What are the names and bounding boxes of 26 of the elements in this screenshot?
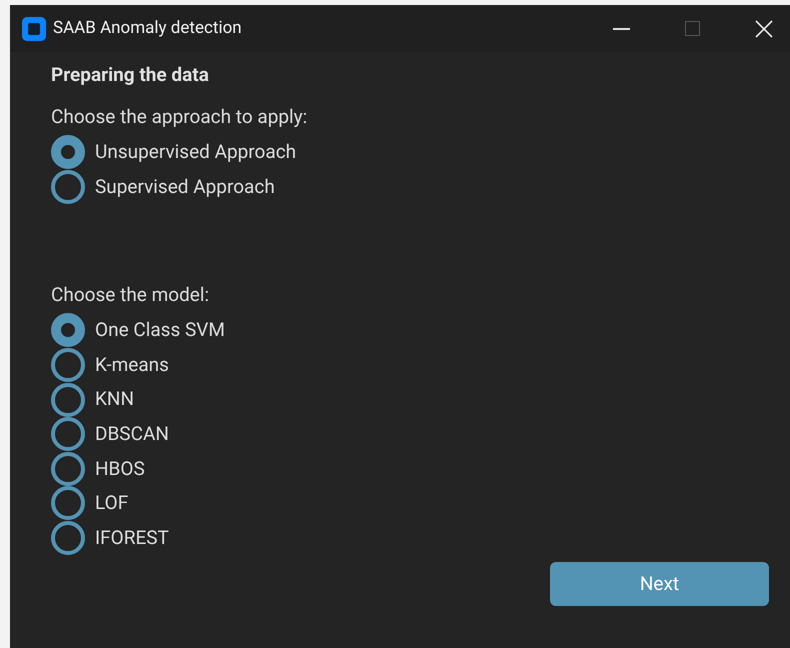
radio-button[interactable] — [51, 521, 85, 556]
option-label: One Class SVM — [95, 317, 225, 344]
radio-button[interactable] — [51, 135, 85, 170]
option-label: DBSCAN — [95, 421, 169, 448]
radio-button[interactable] — [51, 348, 85, 382]
app-icon — [22, 16, 46, 40]
next-button[interactable]: Next — [550, 562, 769, 606]
radio-button[interactable] — [51, 486, 85, 520]
option-label: KNN — [95, 386, 134, 412]
close-icon[interactable] — [755, 20, 773, 38]
radio-button[interactable] — [51, 382, 85, 417]
option-label: K-means — [95, 352, 169, 378]
approach-prompt: Choose the approach to apply: — [51, 104, 308, 129]
option-label: Supervised Approach — [95, 174, 275, 200]
option-label: HBOS — [95, 456, 145, 482]
radio-button[interactable] — [51, 452, 85, 486]
window-title: SAAB Anomaly detection — [53, 16, 242, 40]
model-prompt: Choose the model: — [51, 282, 210, 308]
option-label: Unsupervised Approach — [95, 139, 296, 166]
option-label: LOF — [95, 490, 128, 516]
radio-button[interactable] — [51, 313, 85, 348]
option-label: IFOREST — [95, 524, 169, 551]
radio-button[interactable] — [51, 170, 85, 204]
radio-button[interactable] — [51, 417, 85, 452]
section-heading: Preparing the data — [51, 62, 210, 87]
minimize-icon[interactable] — [613, 28, 630, 30]
